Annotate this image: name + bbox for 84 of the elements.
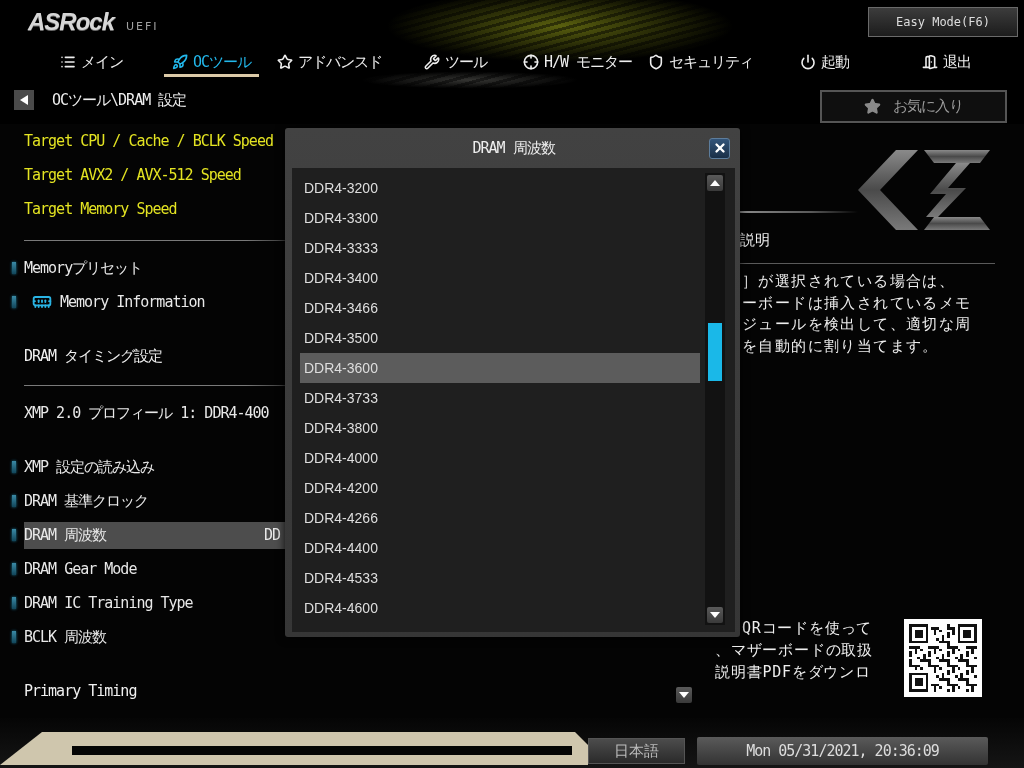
- breadcrumb-path: OCツール\DRAM 設定: [52, 90, 187, 110]
- nav-tab[interactable]: OCツール: [164, 52, 260, 77]
- datetime-display: Mon 05/31/2021, 20:36:09: [697, 737, 988, 765]
- setting-item[interactable]: DRAM 周波数 DD: [24, 521, 285, 549]
- nav-tab[interactable]: 退出: [914, 52, 979, 77]
- setting-item[interactable]: DRAM IC Training Type: [24, 589, 193, 617]
- wrench-icon: [424, 54, 440, 70]
- back-button[interactable]: [14, 90, 34, 110]
- setting-item[interactable]: XMP 設定の読み込み: [24, 453, 155, 481]
- option-item[interactable]: DDR4-3600: [300, 353, 700, 383]
- nav-tab[interactable]: セキュリティ: [640, 52, 761, 77]
- shield-icon: [648, 54, 664, 70]
- profile-info-text: XMP 2.0 プロフィール 1: DDR4-400: [24, 402, 269, 424]
- scroll-up-button[interactable]: [707, 175, 723, 191]
- description-text: ジュールを検出して、適切な周: [742, 314, 972, 335]
- star-icon: [864, 98, 881, 115]
- option-item[interactable]: DDR4-3466: [300, 293, 700, 323]
- option-item[interactable]: DDR4-3333: [300, 233, 700, 263]
- close-button[interactable]: [709, 137, 730, 159]
- target-speed-text: Target Memory Speed: [24, 199, 177, 220]
- scrollbar-thumb[interactable]: [708, 323, 722, 381]
- section-heading: Primary Timing: [24, 681, 137, 702]
- product-label: UEFI: [126, 20, 159, 33]
- target-speed-text: Target AVX2 / AVX-512 Speed: [24, 165, 241, 186]
- option-item[interactable]: DDR4-3733: [300, 383, 700, 413]
- item-marker-icon: [12, 296, 16, 308]
- crosshair-icon: [523, 54, 539, 70]
- setting-item[interactable]: Memoryプリセット: [24, 254, 143, 282]
- rocket-icon: [172, 54, 188, 70]
- favorites-button[interactable]: お気に入り: [820, 90, 1007, 123]
- list-icon: [60, 54, 76, 70]
- item-marker-icon: [12, 529, 16, 541]
- option-item[interactable]: DDR4-4400: [300, 533, 700, 563]
- description-heading: 説明: [740, 230, 770, 250]
- caret-left-icon: [20, 95, 28, 105]
- nav-tab[interactable]: メイン: [52, 52, 131, 77]
- memory-information-link[interactable]: Memory Information: [24, 288, 205, 316]
- option-item[interactable]: DDR4-4600: [300, 593, 700, 623]
- setting-item[interactable]: BCLK 周波数: [24, 623, 107, 651]
- scroll-down-button[interactable]: [676, 687, 692, 703]
- scroll-down-button[interactable]: [707, 607, 723, 623]
- item-marker-icon: [12, 461, 16, 473]
- item-marker-icon: [12, 495, 16, 507]
- power-icon: [800, 54, 816, 70]
- description-text: ーボードは挿入されているメモ: [742, 292, 972, 314]
- qr-help-text: 、マザーボードの取扱: [715, 640, 873, 661]
- item-marker-icon: [12, 597, 16, 609]
- close-icon: [712, 141, 727, 155]
- item-marker-icon: [12, 631, 16, 643]
- target-speed-text: Target CPU / Cache / BCLK Speed: [24, 131, 273, 152]
- brand-logo: ASRock: [28, 8, 115, 36]
- easy-mode-button[interactable]: Easy Mode(F6): [868, 7, 1018, 37]
- star-icon: [277, 54, 293, 70]
- nav-tab[interactable]: ツール: [416, 52, 495, 77]
- option-item[interactable]: DDR4-4000: [300, 443, 700, 473]
- qr-help-text: QRコードを使って: [742, 618, 873, 639]
- caret-down-icon: [710, 611, 720, 619]
- item-marker-icon: [12, 262, 16, 274]
- door-icon: [922, 54, 938, 70]
- nav-tab[interactable]: アドバンスド: [269, 52, 390, 77]
- setting-item[interactable]: DRAM 基準クロック: [24, 487, 149, 515]
- item-marker-icon: [12, 563, 16, 575]
- setting-item[interactable]: DRAM Gear Mode: [24, 555, 137, 583]
- option-item[interactable]: DDR4-4533: [300, 563, 700, 593]
- caret-up-icon: [710, 179, 720, 187]
- option-item[interactable]: DDR4-3300: [300, 203, 700, 233]
- description-text: を自動的に割り当てます。: [742, 335, 939, 357]
- qr-code-icon: [904, 619, 982, 697]
- language-button[interactable]: 日本語: [588, 738, 685, 764]
- option-item[interactable]: DDR4-3200: [300, 173, 700, 203]
- option-item[interactable]: DDR4-4266: [300, 503, 700, 533]
- section-heading: DRAM タイミング設定: [24, 345, 163, 367]
- nav-tab[interactable]: H/W モニター: [515, 52, 641, 77]
- caret-down-icon: [679, 691, 689, 699]
- qr-help-text: 説明書PDFをダウンロ: [715, 662, 871, 683]
- option-item[interactable]: DDR4-4200: [300, 473, 700, 503]
- option-item[interactable]: DDR4-3400: [300, 263, 700, 293]
- option-item[interactable]: DDR4-3800: [300, 413, 700, 443]
- option-item[interactable]: DDR4-3500: [300, 323, 700, 353]
- emblem-icon: [858, 150, 990, 230]
- scrollbar-track[interactable]: [705, 173, 725, 625]
- dialog-title: DRAM 周波数: [472, 138, 555, 158]
- description-text: ］が選択されている場合は、: [742, 271, 956, 292]
- nav-tab[interactable]: 起動: [792, 52, 857, 77]
